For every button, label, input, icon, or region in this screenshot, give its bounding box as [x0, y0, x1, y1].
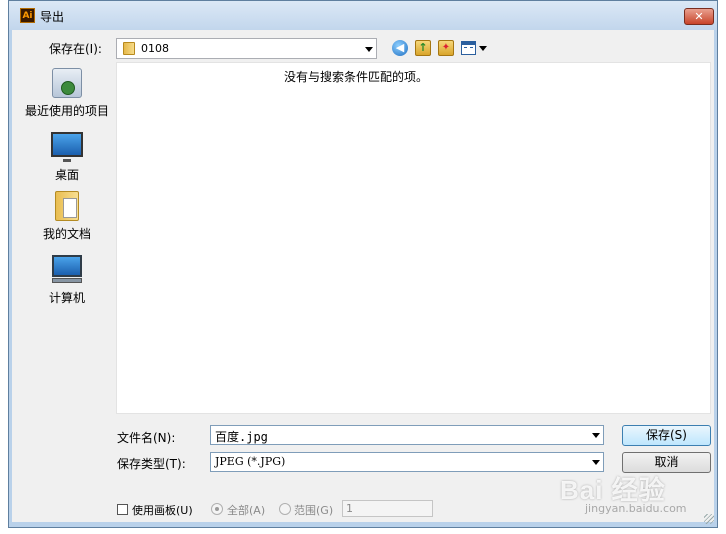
all-radio-label: 全部(A)	[227, 504, 266, 517]
filetype-chevron-down-icon[interactable]	[592, 460, 600, 465]
places-item-label: 我的文档	[42, 227, 91, 241]
close-button[interactable]: ✕	[684, 8, 714, 25]
places-item-recent[interactable]: 最近使用的项目	[18, 68, 116, 119]
use-artboard-checkbox[interactable]	[117, 504, 128, 515]
filename-chevron-down-icon[interactable]	[592, 433, 600, 438]
filename-value: 百度.jpg	[215, 430, 268, 444]
documents-icon	[55, 191, 79, 221]
save-in-label: 保存在(I):	[49, 42, 102, 56]
view-menu-chevron-down-icon[interactable]	[479, 46, 487, 51]
places-item-documents[interactable]: 我的文档	[18, 191, 116, 242]
recent-icon	[52, 68, 82, 98]
up-folder-icon[interactable]: ↑	[415, 40, 431, 56]
save-in-value: 0108	[141, 42, 169, 55]
places-item-desktop[interactable]: 桌面	[18, 132, 116, 183]
filetype-label: 保存类型(T):	[117, 457, 186, 471]
resize-grip-icon[interactable]	[704, 514, 714, 524]
range-radio[interactable]	[279, 503, 291, 515]
new-folder-icon[interactable]: ✦	[438, 40, 454, 56]
dialog-title: 导出	[40, 10, 65, 24]
places-item-label: 计算机	[48, 291, 85, 305]
desktop-icon	[51, 132, 83, 162]
places-item-computer[interactable]: 计算机	[18, 255, 116, 306]
title-bar[interactable]	[8, 0, 718, 30]
range-value: 1	[346, 502, 353, 515]
computer-icon	[52, 255, 82, 283]
range-input[interactable]	[342, 500, 433, 517]
filename-input[interactable]	[210, 425, 604, 445]
chevron-down-icon[interactable]	[365, 47, 373, 52]
filename-label: 文件名(N):	[117, 431, 176, 445]
baidu-watermark-url: jingyan.baidu.com	[585, 502, 687, 515]
places-item-label: 最近使用的项目	[24, 104, 109, 118]
empty-list-message: 没有与搜索条件匹配的项。	[283, 70, 428, 84]
folder-icon	[123, 42, 135, 55]
filetype-value: JPEG (*.JPG)	[215, 455, 286, 468]
range-radio-label: 范围(G)	[294, 504, 334, 517]
file-list[interactable]	[116, 62, 711, 414]
use-artboard-label: 使用画板(U)	[132, 504, 193, 517]
view-menu-icon[interactable]	[461, 41, 476, 55]
all-radio[interactable]	[211, 503, 223, 515]
illustrator-app-icon: Ai	[20, 8, 35, 23]
places-item-label: 桌面	[54, 168, 79, 182]
save-button[interactable]: 保存(S)	[622, 425, 711, 446]
back-icon[interactable]: ◀	[392, 40, 408, 56]
